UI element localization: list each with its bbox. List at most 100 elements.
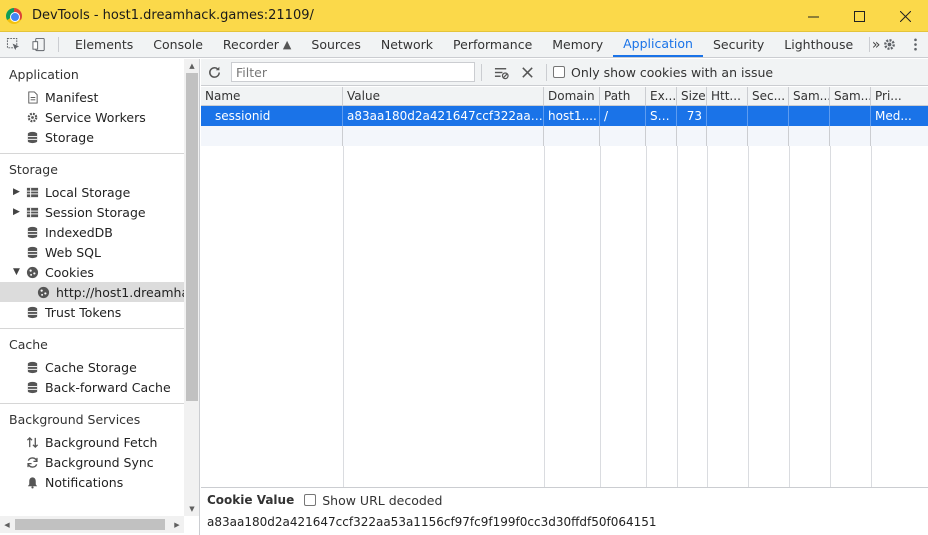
sidebar-item-back-forward-cache[interactable]: Back-forward Cache <box>0 377 184 397</box>
tab-performance[interactable]: Performance <box>443 32 542 57</box>
cookie-icon <box>37 285 50 299</box>
sidebar-item-trust-tokens[interactable]: Trust Tokens <box>0 302 184 322</box>
maximize-icon <box>853 10 865 22</box>
customize-menu-button[interactable] <box>902 37 928 52</box>
window-title: DevTools - host1.dreamhack.games:21109/ <box>32 8 314 23</box>
section-divider <box>0 153 184 154</box>
device-icon <box>31 37 45 52</box>
sidebar-item-manifest[interactable]: Manifest <box>0 87 184 107</box>
tab-recorder[interactable]: Recorder ▲ <box>213 32 302 57</box>
scroll-left-arrow-icon[interactable]: ◀ <box>0 516 14 533</box>
sidebar-item-storage[interactable]: Storage <box>0 127 184 147</box>
show-url-decoded-label: Show URL decoded <box>322 492 443 508</box>
column-divider <box>789 146 790 487</box>
sidebar-item-label: Web SQL <box>45 244 101 260</box>
cell-size: 73 <box>677 106 707 126</box>
filter-input[interactable] <box>231 62 475 82</box>
column-header-path[interactable]: Path <box>600 87 646 106</box>
database-icon <box>25 130 39 144</box>
tab-label: Lighthouse <box>784 37 854 52</box>
scroll-up-arrow-icon[interactable]: ▲ <box>184 59 199 73</box>
database-icon <box>25 245 39 259</box>
sidebar-item-local-storage[interactable]: ▶ Local Storage <box>0 182 184 202</box>
tab-lighthouse[interactable]: Lighthouse <box>774 32 863 57</box>
application-sidebar: Application Manifest Service Workers Sto… <box>0 59 200 535</box>
tab-label: Console <box>153 37 203 52</box>
scroll-down-arrow-icon[interactable]: ▼ <box>184 502 199 516</box>
sidebar-item-notifications[interactable]: Notifications <box>0 472 184 492</box>
sidebar-item-label: IndexedDB <box>45 224 113 240</box>
device-toolbar-button[interactable] <box>26 32 52 57</box>
cookie-value-panel: Cookie Value Show URL decoded a83aa180d2… <box>201 487 928 535</box>
table-header: Name Value Domain Path Ex... Size Htt...… <box>201 87 928 106</box>
gear-icon <box>25 110 39 124</box>
column-header-secure[interactable]: Sec... <box>748 87 789 106</box>
tab-security[interactable]: Security <box>703 32 774 57</box>
column-header-value[interactable]: Value <box>343 87 544 106</box>
section-divider <box>0 403 184 404</box>
tab-memory[interactable]: Memory <box>542 32 613 57</box>
scroll-right-arrow-icon[interactable]: ▶ <box>170 516 184 533</box>
sidebar-item-web-sql[interactable]: Web SQL <box>0 242 184 262</box>
sidebar-item-indexeddb[interactable]: IndexedDB <box>0 222 184 242</box>
sidebar-item-label: http://host1.dreamhack. <box>56 284 200 300</box>
sidebar-vertical-scrollbar[interactable]: ▲ ▼ <box>184 59 199 516</box>
show-url-decoded-checkbox[interactable] <box>304 494 317 506</box>
scrollbar-thumb[interactable] <box>186 73 198 401</box>
sidebar-item-cache-storage[interactable]: Cache Storage <box>0 357 184 377</box>
column-header-domain[interactable]: Domain <box>544 87 600 106</box>
clear-all-cookies-button[interactable] <box>514 59 540 85</box>
close-window-button[interactable] <box>882 0 928 32</box>
cookies-table: Name Value Domain Path Ex... Size Htt...… <box>201 87 928 487</box>
scrollbar-thumb[interactable] <box>15 519 165 530</box>
clear-filtered-cookies-button[interactable] <box>488 59 514 85</box>
column-header-priority[interactable]: Pri... <box>871 87 927 106</box>
sidebar-item-session-storage[interactable]: ▶ Session Storage <box>0 202 184 222</box>
section-title-background-services: Background Services <box>9 412 141 427</box>
column-header-samesite[interactable]: Sam... <box>789 87 830 106</box>
expand-arrow-icon[interactable]: ▶ <box>13 207 21 217</box>
sidebar-item-label: Service Workers <box>45 109 146 125</box>
inspect-element-button[interactable] <box>0 32 26 57</box>
tab-application[interactable]: Application <box>613 32 703 57</box>
only-issue-checkbox[interactable] <box>553 66 565 78</box>
tab-console[interactable]: Console <box>143 32 213 57</box>
gear-icon <box>883 39 895 50</box>
maximize-button[interactable] <box>836 0 882 32</box>
sidebar-horizontal-scrollbar[interactable]: ◀ ▶ <box>0 516 184 533</box>
collapse-arrow-icon[interactable]: ▼ <box>13 267 21 277</box>
sidebar-item-cookies[interactable]: ▼ Cookies <box>0 262 184 282</box>
cell-httponly <box>707 106 748 126</box>
sidebar-item-label: Background Sync <box>45 454 154 470</box>
refresh-button[interactable] <box>201 59 227 85</box>
sidebar-item-background-fetch[interactable]: Background Fetch <box>0 432 184 452</box>
column-header-expires[interactable]: Ex... <box>646 87 677 106</box>
column-header-sameparty[interactable]: Sam... <box>830 87 871 106</box>
tab-label: Memory <box>552 37 604 52</box>
settings-button[interactable] <box>876 37 902 52</box>
table-row[interactable]: sessionid a83aa180d2a421647ccf322aa53a1.… <box>201 106 928 126</box>
cookies-panel: Only show cookies with an issue Name Val… <box>201 59 928 535</box>
cookie-value-text[interactable]: a83aa180d2a421647ccf322aa53a1156cf97fc9f… <box>201 512 928 532</box>
cookies-toolbar: Only show cookies with an issue <box>201 59 928 86</box>
minimize-button[interactable] <box>790 0 836 32</box>
column-header-httponly[interactable]: Htt... <box>707 87 748 106</box>
tab-sources[interactable]: Sources <box>301 32 370 57</box>
minimize-icon <box>807 16 819 17</box>
expand-arrow-icon[interactable]: ▶ <box>13 187 21 197</box>
close-icon <box>521 66 533 78</box>
tab-elements[interactable]: Elements <box>65 32 143 57</box>
empty-table-row <box>201 126 928 146</box>
sidebar-item-cookie-origin[interactable]: http://host1.dreamhack. <box>0 282 199 302</box>
sidebar-item-service-workers[interactable]: Service Workers <box>0 107 184 127</box>
column-header-size[interactable]: Size <box>677 87 707 106</box>
tab-network[interactable]: Network <box>371 32 443 57</box>
sidebar-item-label: Storage <box>45 129 94 145</box>
database-icon <box>25 305 39 319</box>
cell-priority: Med... <box>875 109 912 123</box>
grid-table-icon <box>25 205 39 219</box>
column-divider <box>677 146 678 487</box>
window-title-bar: DevTools - host1.dreamhack.games:21109/ <box>0 0 928 32</box>
column-header-name[interactable]: Name <box>201 87 343 106</box>
sidebar-item-background-sync[interactable]: Background Sync <box>0 452 184 472</box>
